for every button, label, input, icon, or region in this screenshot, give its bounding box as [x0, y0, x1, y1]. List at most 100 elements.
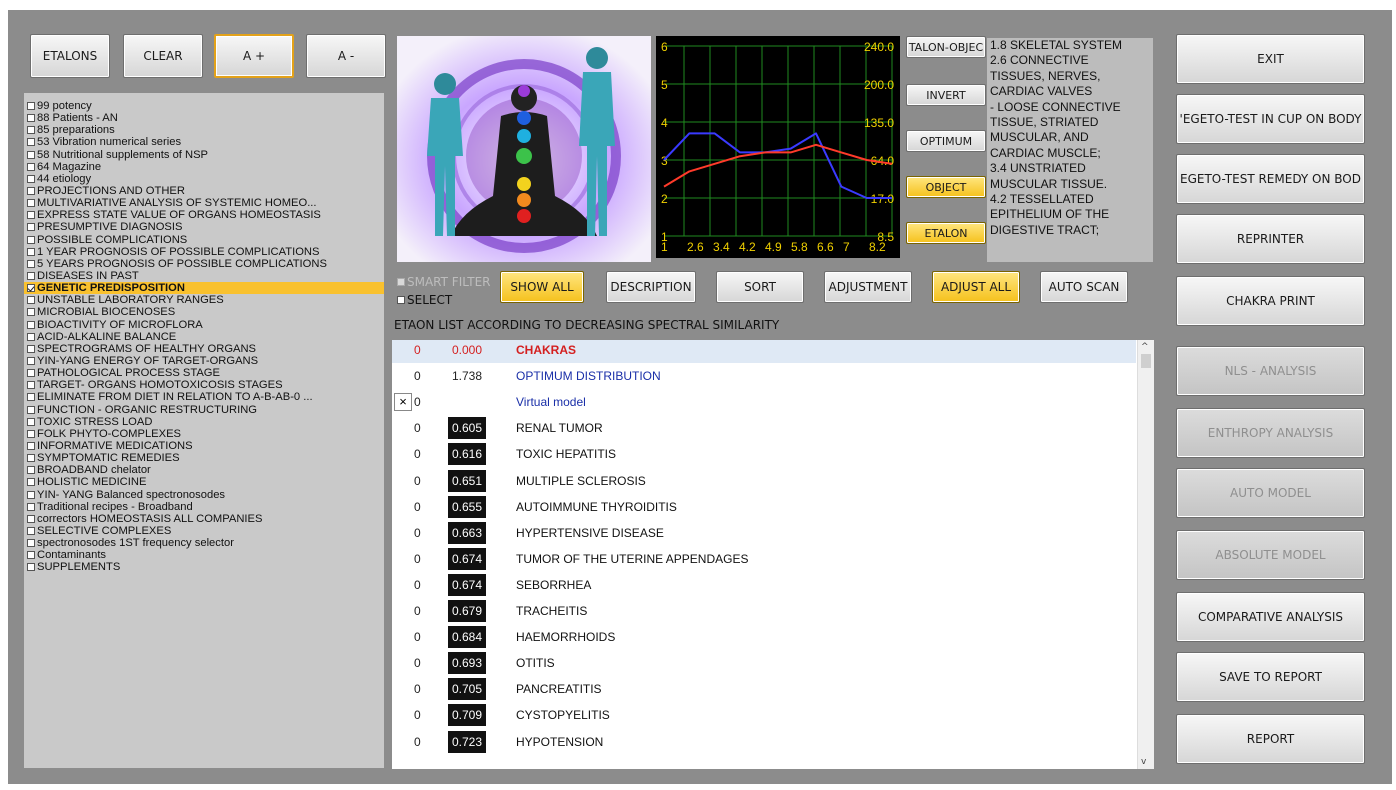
auto-scan-button[interactable]: AUTO SCAN	[1040, 271, 1128, 303]
category-item[interactable]: YIN-YANG ENERGY OF TARGET-ORGANS	[24, 355, 384, 367]
category-checkbox[interactable]	[27, 466, 35, 475]
category-checkbox[interactable]	[27, 199, 35, 208]
category-checkbox[interactable]	[27, 393, 35, 402]
category-checkbox[interactable]	[27, 272, 35, 281]
category-item[interactable]: EXPRESS STATE VALUE OF ORGANS HOMEOSTASI…	[24, 209, 384, 221]
table-row[interactable]: 0 0.723 HYPOTENSION	[392, 729, 1136, 755]
category-item[interactable]: INFORMATIVE MEDICATIONS	[24, 440, 384, 452]
category-checkbox[interactable]	[27, 247, 35, 256]
right-button-report[interactable]: REPORT	[1176, 714, 1365, 764]
category-item[interactable]: SPECTROGRAMS OF HEALTHY ORGANS	[24, 343, 384, 355]
category-checkbox[interactable]	[27, 223, 35, 232]
category-list[interactable]: 99 potency 88 Patients - AN 85 preparation…	[24, 93, 384, 768]
category-checkbox[interactable]	[27, 526, 35, 535]
category-checkbox[interactable]	[27, 162, 35, 171]
category-checkbox[interactable]	[27, 490, 35, 499]
category-checkbox[interactable]	[27, 259, 35, 268]
category-checkbox[interactable]	[27, 454, 35, 463]
right-button-auto-model[interactable]: AUTO MODEL	[1176, 468, 1365, 518]
category-checkbox[interactable]	[27, 284, 35, 293]
right-button-comparative-analysis[interactable]: COMPARATIVE ANALYSIS	[1176, 592, 1365, 642]
description-button[interactable]: DESCRIPTION	[606, 271, 696, 303]
category-item[interactable]: YIN- YANG Balanced spectronosodes	[24, 489, 384, 501]
category-item[interactable]: ELIMINATE FROM DIET IN RELATION TO A-B-A…	[24, 391, 384, 403]
category-checkbox[interactable]	[27, 357, 35, 366]
category-checkbox[interactable]	[27, 514, 35, 523]
category-item[interactable]: PRESUMPTIVE DIAGNOSIS	[24, 221, 384, 233]
category-item[interactable]: 85 preparations	[24, 124, 384, 136]
right-button-absolute-model[interactable]: ABSOLUTE MODEL	[1176, 530, 1365, 580]
table-row[interactable]: 0 0.693 OTITIS	[392, 650, 1136, 676]
category-checkbox[interactable]	[27, 332, 35, 341]
smart-filter-box[interactable]	[397, 278, 405, 286]
table-row[interactable]: 0 0.684 HAEMORRHOIDS	[392, 624, 1136, 650]
category-checkbox[interactable]	[27, 102, 35, 111]
category-item[interactable]: FOLK PHYTO-COMPLEXES	[24, 428, 384, 440]
category-item[interactable]: 5 YEARS PROGNOSIS OF POSSIBLE COMPLICATI…	[24, 258, 384, 270]
category-item[interactable]: 1 YEAR PROGNOSIS OF POSSIBLE COMPLICATIO…	[24, 246, 384, 258]
category-checkbox[interactable]	[27, 417, 35, 426]
right-button-reprinter[interactable]: REPRINTER	[1176, 214, 1365, 264]
category-checkbox[interactable]	[27, 502, 35, 511]
table-row[interactable]: 0 0.679 TRACHEITIS	[392, 598, 1136, 624]
select-box[interactable]	[397, 296, 405, 304]
category-item[interactable]: GENETIC PREDISPOSITION	[24, 282, 384, 295]
a-minus-button[interactable]: A -	[306, 34, 386, 78]
category-checkbox[interactable]	[27, 138, 35, 147]
right-button-egeto-test-remedy-on-bod[interactable]: EGETO-TEST REMEDY ON BOD	[1176, 154, 1365, 204]
table-row[interactable]: 0 0.674 TUMOR OF THE UTERINE APPENDAGES	[392, 546, 1136, 572]
smart-filter-checkbox[interactable]: SMART FILTER	[397, 275, 491, 289]
adjustment-button[interactable]: ADJUSTMENT	[824, 271, 912, 303]
category-item[interactable]: TOXIC STRESS LOAD	[24, 416, 384, 428]
category-item[interactable]: spectronosodes 1ST frequency selector	[24, 537, 384, 549]
a-plus-button[interactable]: A +	[214, 34, 294, 78]
category-item[interactable]: 53 Vibration numerical series	[24, 136, 384, 148]
category-item[interactable]: PATHOLOGICAL PROCESS STAGE	[24, 367, 384, 379]
etalon-object-button[interactable]: TALON-OBJEC	[906, 36, 986, 58]
right-button-exit[interactable]: EXIT	[1176, 34, 1365, 84]
category-item[interactable]: PROJECTIONS AND OTHER	[24, 185, 384, 197]
category-checkbox[interactable]	[27, 150, 35, 159]
category-checkbox[interactable]	[27, 114, 35, 123]
category-item[interactable]: SUPPLEMENTS	[24, 561, 384, 573]
table-row[interactable]: 0 0.674 SEBORRHEA	[392, 572, 1136, 598]
category-checkbox[interactable]	[27, 563, 35, 572]
category-checkbox[interactable]	[27, 308, 35, 317]
category-checkbox[interactable]	[27, 539, 35, 548]
category-checkbox[interactable]	[27, 344, 35, 353]
category-checkbox[interactable]	[27, 478, 35, 487]
object-button[interactable]: OBJECT	[906, 176, 986, 198]
table-row[interactable]: 0 0.705 PANCREATITIS	[392, 676, 1136, 702]
category-item[interactable]: MULTIVARIATIVE ANALYSIS OF SYSTEMIC HOME…	[24, 197, 384, 209]
etalon-button[interactable]: ETALON	[906, 222, 986, 244]
invert-button[interactable]: INVERT	[906, 84, 986, 106]
category-item[interactable]: DISEASES IN PAST	[24, 270, 384, 282]
category-item[interactable]: correctors HOMEOSTASIS ALL COMPANIES	[24, 513, 384, 525]
right-button-enthropy-analysis[interactable]: ENTHROPY ANALYSIS	[1176, 408, 1365, 458]
right-button-chakra-print[interactable]: CHAKRA PRINT	[1176, 276, 1365, 326]
category-item[interactable]: Traditional recipes - Broadband	[24, 501, 384, 513]
category-item[interactable]: FUNCTION - ORGANIC RESTRUCTURING	[24, 404, 384, 416]
category-checkbox[interactable]	[27, 320, 35, 329]
category-checkbox[interactable]	[27, 174, 35, 183]
right-button-save-to-report[interactable]: SAVE TO REPORT	[1176, 652, 1365, 702]
category-checkbox[interactable]	[27, 369, 35, 378]
right-button-egeto-test-in-cup-on-body[interactable]: 'EGETO-TEST IN CUP ON BODY	[1176, 94, 1365, 144]
category-checkbox[interactable]	[27, 187, 35, 196]
category-checkbox[interactable]	[27, 442, 35, 450]
table-row[interactable]: 0 0.000 CHAKRAS	[392, 340, 1136, 363]
category-checkbox[interactable]	[27, 429, 35, 438]
etalon-table[interactable]: 0 0.000 CHAKRAS 0 1.738 OPTIMUM DISTRIBUTION ×…	[392, 340, 1154, 769]
table-row[interactable]: 0 1.738 OPTIMUM DISTRIBUTION	[392, 363, 1136, 389]
category-item[interactable]: 44 etiology	[24, 173, 384, 185]
close-icon[interactable]: ×	[394, 393, 412, 412]
category-checkbox[interactable]	[27, 551, 35, 560]
category-item[interactable]: ACID-ALKALINE BALANCE	[24, 331, 384, 343]
category-item[interactable]: MICROBIAL BIOCENOSES	[24, 306, 384, 318]
scroll-up-icon[interactable]: ^	[1141, 342, 1149, 352]
right-button-nls-analysis[interactable]: NLS - ANALYSIS	[1176, 346, 1365, 396]
show-all-button[interactable]: SHOW ALL	[500, 271, 584, 303]
table-row[interactable]: 0 0.605 RENAL TUMOR	[392, 415, 1136, 441]
clear-button[interactable]: CLEAR	[123, 34, 203, 78]
sort-button[interactable]: SORT	[716, 271, 804, 303]
